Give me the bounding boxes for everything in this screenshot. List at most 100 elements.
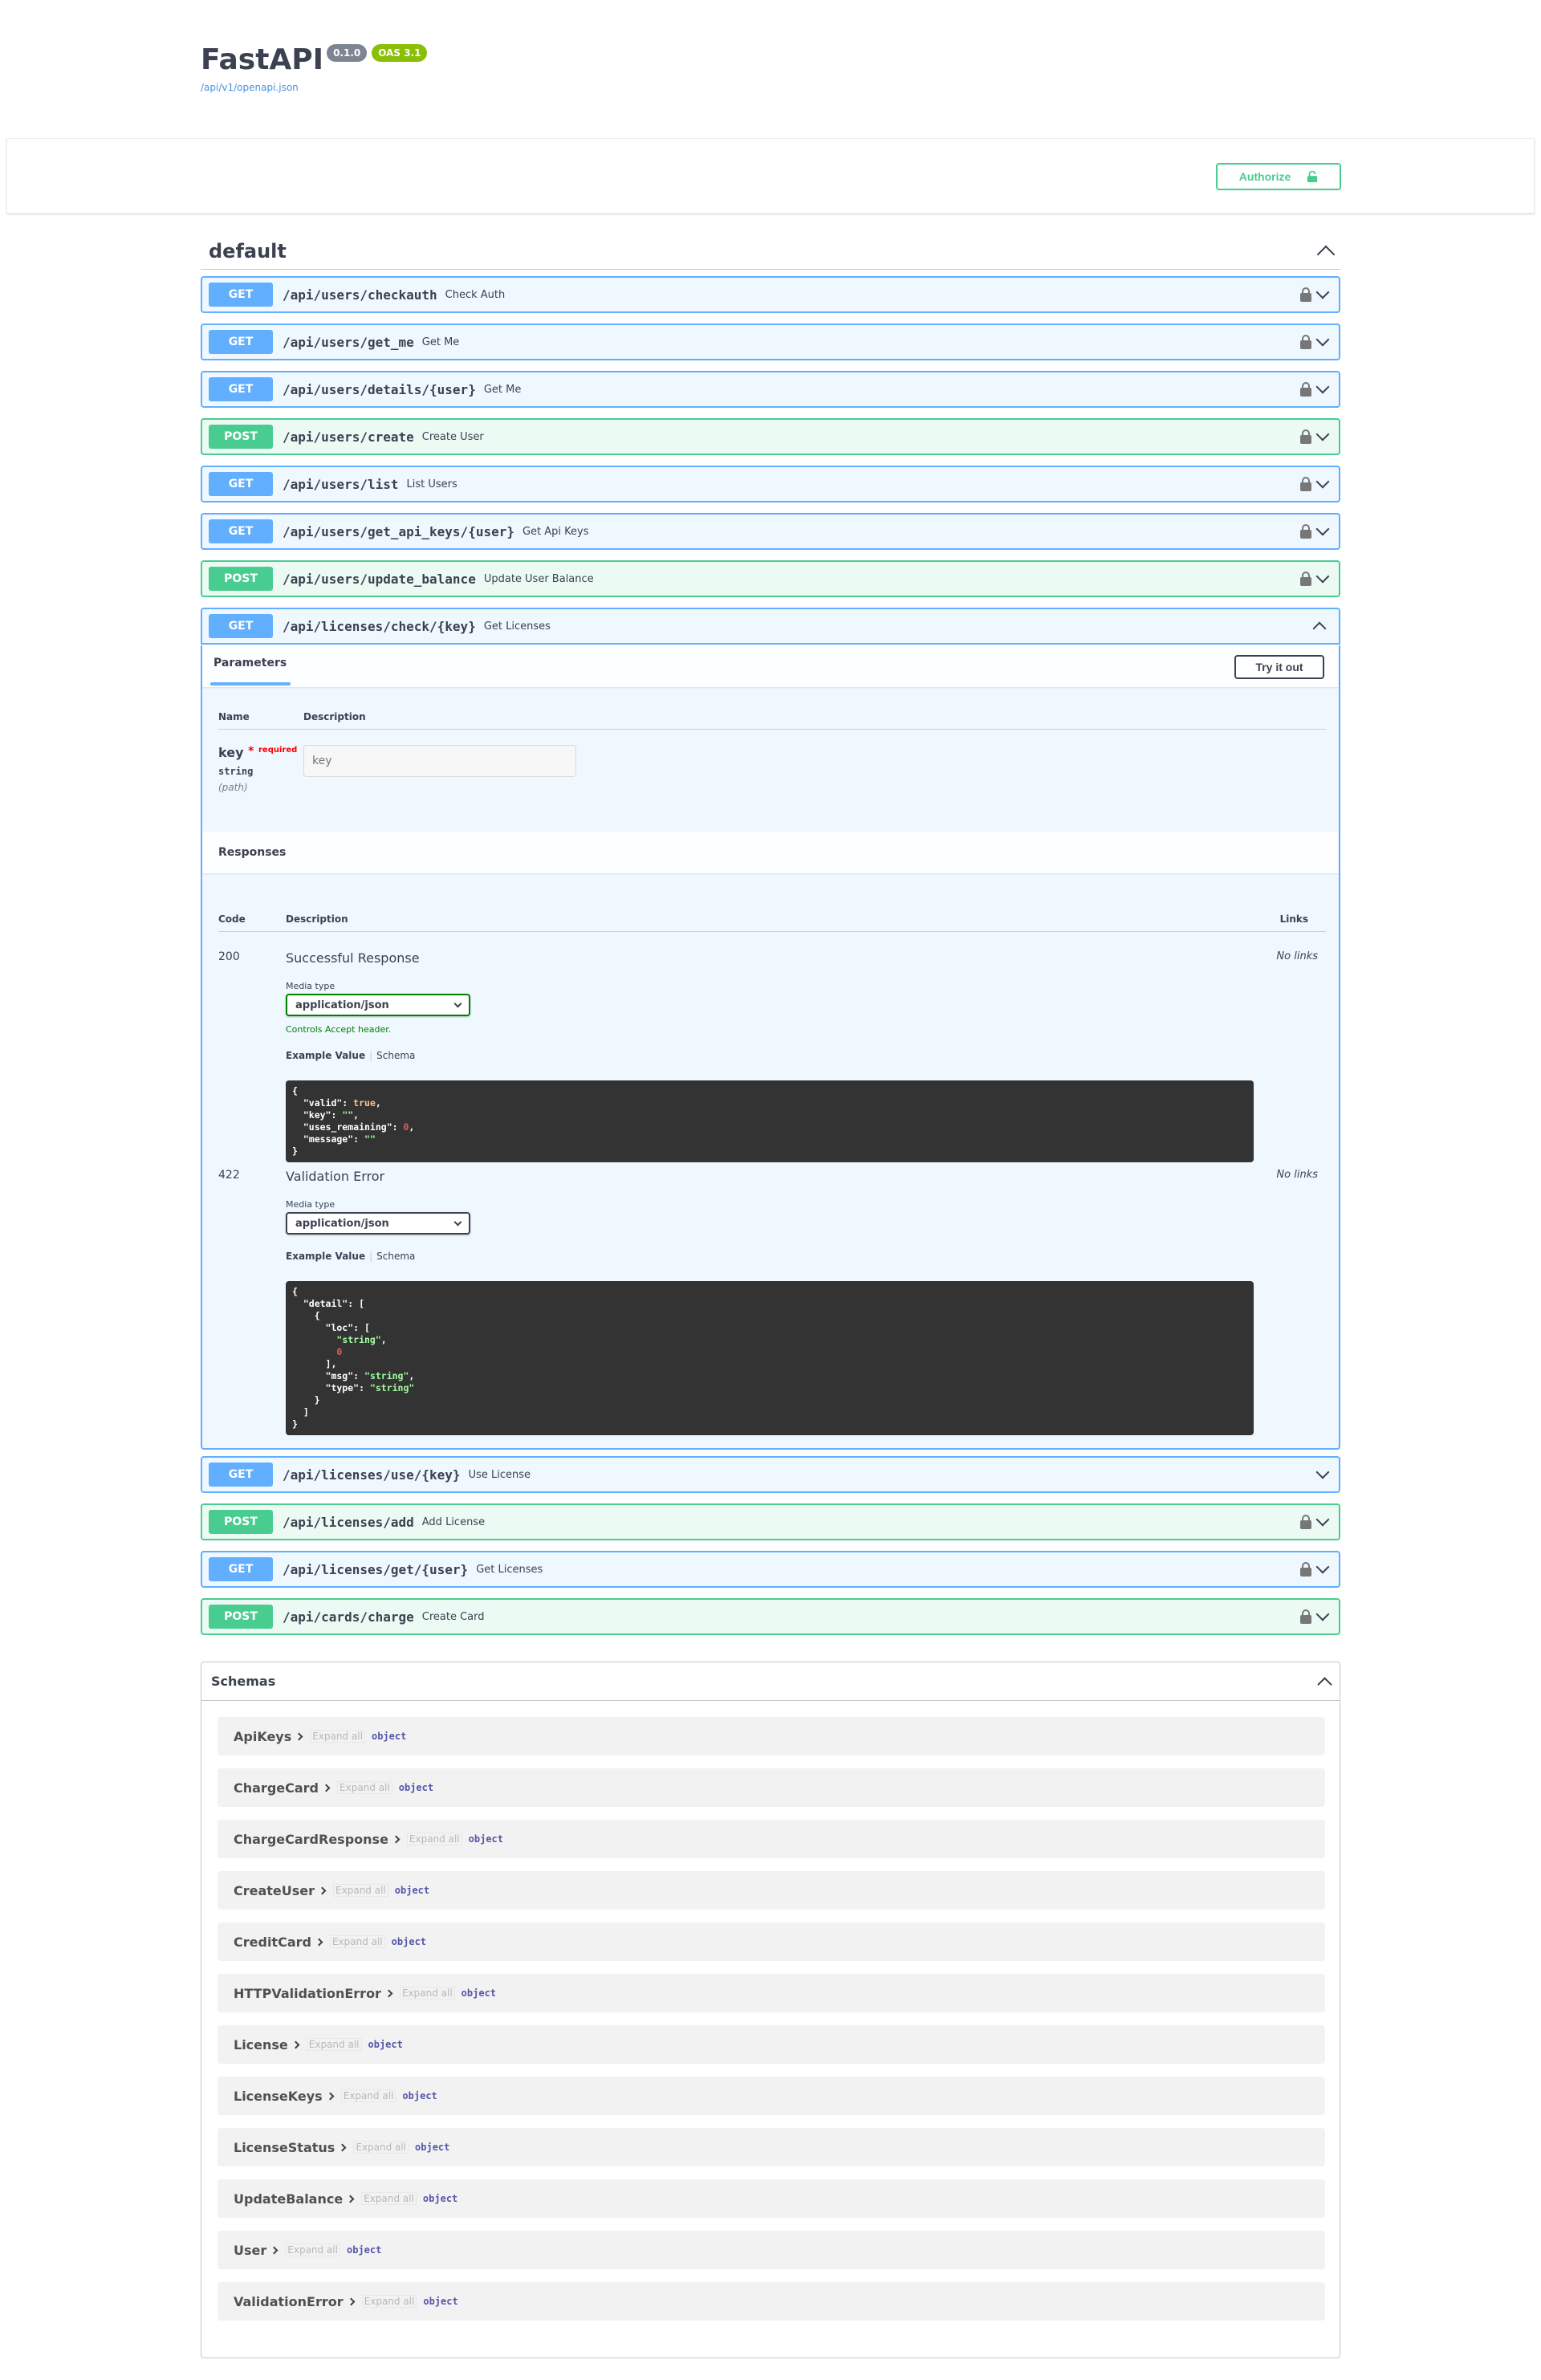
chevron-right-icon[interactable] (318, 1886, 327, 1894)
expand-all-button[interactable]: Expand all (406, 1833, 462, 1845)
operation-row[interactable]: POST/api/users/create Create User (201, 418, 1340, 455)
chevron-down-icon[interactable] (1315, 285, 1330, 299)
chevron-up-icon[interactable] (1312, 621, 1327, 636)
lock-icon[interactable] (1300, 382, 1311, 397)
expand-all-button[interactable]: Expand all (399, 1987, 455, 2000)
schema-name: ApiKeys (234, 1728, 292, 1744)
operation-row[interactable]: GET/api/licenses/use/{key} Use License (201, 1456, 1340, 1493)
schema-model-row[interactable]: LicenseStatus Expand all object (218, 2128, 1325, 2166)
lock-icon[interactable] (1300, 429, 1311, 444)
chevron-down-icon[interactable] (1315, 474, 1330, 489)
schema-model-row[interactable]: ValidationError Expand all object (218, 2282, 1325, 2321)
chevron-right-icon[interactable] (347, 2297, 356, 2305)
tab-example-value[interactable]: Example Value (286, 1050, 365, 1061)
chevron-down-icon[interactable] (1315, 380, 1330, 394)
lock-icon[interactable] (1300, 335, 1311, 349)
operation-path: /api/users/get_api_keys/{user} (283, 523, 514, 539)
chevron-right-icon[interactable] (346, 2195, 355, 2203)
key-input[interactable] (303, 745, 576, 777)
chevron-down-icon[interactable] (1315, 569, 1330, 584)
operation-row[interactable]: GET/api/users/list List Users (201, 466, 1340, 502)
chevron-down-icon[interactable] (1315, 332, 1330, 347)
expand-all-button[interactable]: Expand all (337, 1781, 392, 1794)
tab-schema[interactable]: Schema (376, 1251, 415, 1262)
schema-model-row[interactable]: ChargeCard Expand all object (218, 1768, 1325, 1807)
tab-parameters[interactable]: Parameters (213, 657, 287, 669)
operation-controls (1300, 285, 1332, 302)
expand-all-button[interactable]: Expand all (285, 2244, 340, 2256)
schema-model-row[interactable]: ChargeCardResponse Expand all object (218, 1820, 1325, 1858)
chevron-down-icon[interactable] (1315, 1512, 1330, 1527)
try-it-out-button[interactable]: Try it out (1234, 655, 1324, 679)
response-description: Validation Error (286, 1169, 385, 1184)
chevron-down-icon[interactable] (1315, 1560, 1330, 1574)
lock-icon[interactable] (1300, 477, 1311, 491)
schema-model-row[interactable]: HTTPValidationError Expand all object (218, 1974, 1325, 2012)
operation-path: /api/licenses/get/{user} (283, 1561, 469, 1577)
expand-all-button[interactable]: Expand all (310, 1730, 365, 1743)
chevron-down-icon (453, 1218, 462, 1226)
chevron-right-icon[interactable] (291, 2040, 300, 2048)
expand-all-button[interactable]: Expand all (329, 1935, 385, 1948)
lock-icon[interactable] (1300, 572, 1311, 586)
schema-model-row[interactable]: ApiKeys Expand all object (218, 1717, 1325, 1756)
lock-icon[interactable] (1300, 524, 1311, 539)
tab-schema[interactable]: Schema (376, 1050, 415, 1061)
schemas-header[interactable]: Schemas (201, 1662, 1340, 1701)
lock-icon[interactable] (1300, 1609, 1311, 1624)
schema-type: object (422, 2193, 458, 2204)
chevron-up-icon[interactable] (1316, 245, 1336, 263)
method-badge: GET (209, 330, 273, 354)
lock-icon[interactable] (1300, 1562, 1311, 1576)
chevron-right-icon[interactable] (322, 1784, 331, 1792)
chevron-down-icon[interactable] (1315, 522, 1330, 536)
tab-example-value[interactable]: Example Value (286, 1251, 365, 1262)
media-type-select[interactable]: application/json (286, 994, 470, 1016)
response-code: 200 (218, 950, 240, 963)
expand-all-button[interactable]: Expand all (340, 2089, 396, 2102)
tag-section-default[interactable]: default (201, 233, 1340, 270)
chevron-down-icon[interactable] (1315, 427, 1330, 441)
expand-all-button[interactable]: Expand all (353, 2141, 409, 2154)
schema-model-row[interactable]: LicenseKeys Expand all object (218, 2077, 1325, 2115)
openapi-spec-link[interactable]: /api/v1/openapi.json (201, 82, 1340, 93)
operation-row[interactable]: GET/api/users/checkauth Check Auth (201, 276, 1340, 313)
chevron-right-icon[interactable] (338, 2143, 347, 2151)
chevron-right-icon[interactable] (270, 2246, 279, 2254)
operation-row[interactable]: GET/api/users/get_api_keys/{user} Get Api… (201, 513, 1340, 550)
expand-all-button[interactable]: Expand all (361, 2295, 417, 2308)
chevron-right-icon[interactable] (315, 1938, 323, 1946)
schema-model-row[interactable]: User Expand all object (218, 2231, 1325, 2269)
media-type-label: Media type (286, 1199, 335, 1210)
operation-row[interactable]: GET/api/licenses/check/{key} Get Licenses (201, 608, 1340, 645)
expand-all-button[interactable]: Expand all (361, 2192, 417, 2205)
chevron-down-icon[interactable] (1315, 1465, 1330, 1479)
expand-all-button[interactable]: Expand all (333, 1884, 388, 1897)
chevron-up-icon[interactable] (1317, 1677, 1332, 1692)
operation-row[interactable]: GET/api/licenses/get/{user} Get Licenses (201, 1551, 1340, 1588)
lock-icon[interactable] (1300, 1515, 1311, 1529)
schema-model-row[interactable]: CreateUser Expand all object (218, 1871, 1325, 1910)
chevron-right-icon[interactable] (392, 1835, 400, 1843)
info-header: FastAPI 0.1.0 OAS 3.1 /api/v1/openapi.js… (201, 0, 1340, 112)
operation-summary: Check Auth (445, 288, 506, 301)
expand-all-button[interactable]: Expand all (306, 2038, 362, 2051)
chevron-right-icon[interactable] (384, 1989, 393, 1997)
schema-name: ChargeCardResponse (234, 1831, 388, 1847)
operation-row[interactable]: GET/api/users/details/{user} Get Me (201, 371, 1340, 408)
lock-icon[interactable] (1300, 287, 1311, 302)
operation-summary: Add License (421, 1515, 486, 1528)
operation-row[interactable]: POST/api/licenses/add Add License (201, 1503, 1340, 1540)
schema-model-row[interactable]: UpdateBalance Expand all object (218, 2179, 1325, 2218)
chevron-right-icon[interactable] (295, 1732, 303, 1740)
operation-row[interactable]: POST/api/users/update_balance Update User… (201, 560, 1340, 597)
chevron-down-icon[interactable] (1315, 1607, 1330, 1621)
authorize-button[interactable]: Authorize (1216, 163, 1341, 190)
media-type-select[interactable]: application/json (286, 1212, 470, 1235)
schema-type: object (415, 2142, 450, 2153)
schema-model-row[interactable]: CreditCard Expand all object (218, 1922, 1325, 1961)
schema-model-row[interactable]: License Expand all object (218, 2025, 1325, 2064)
operation-row[interactable]: GET/api/users/get_me Get Me (201, 323, 1340, 360)
operation-row[interactable]: POST/api/cards/charge Create Card (201, 1598, 1340, 1635)
chevron-right-icon[interactable] (326, 2092, 335, 2100)
